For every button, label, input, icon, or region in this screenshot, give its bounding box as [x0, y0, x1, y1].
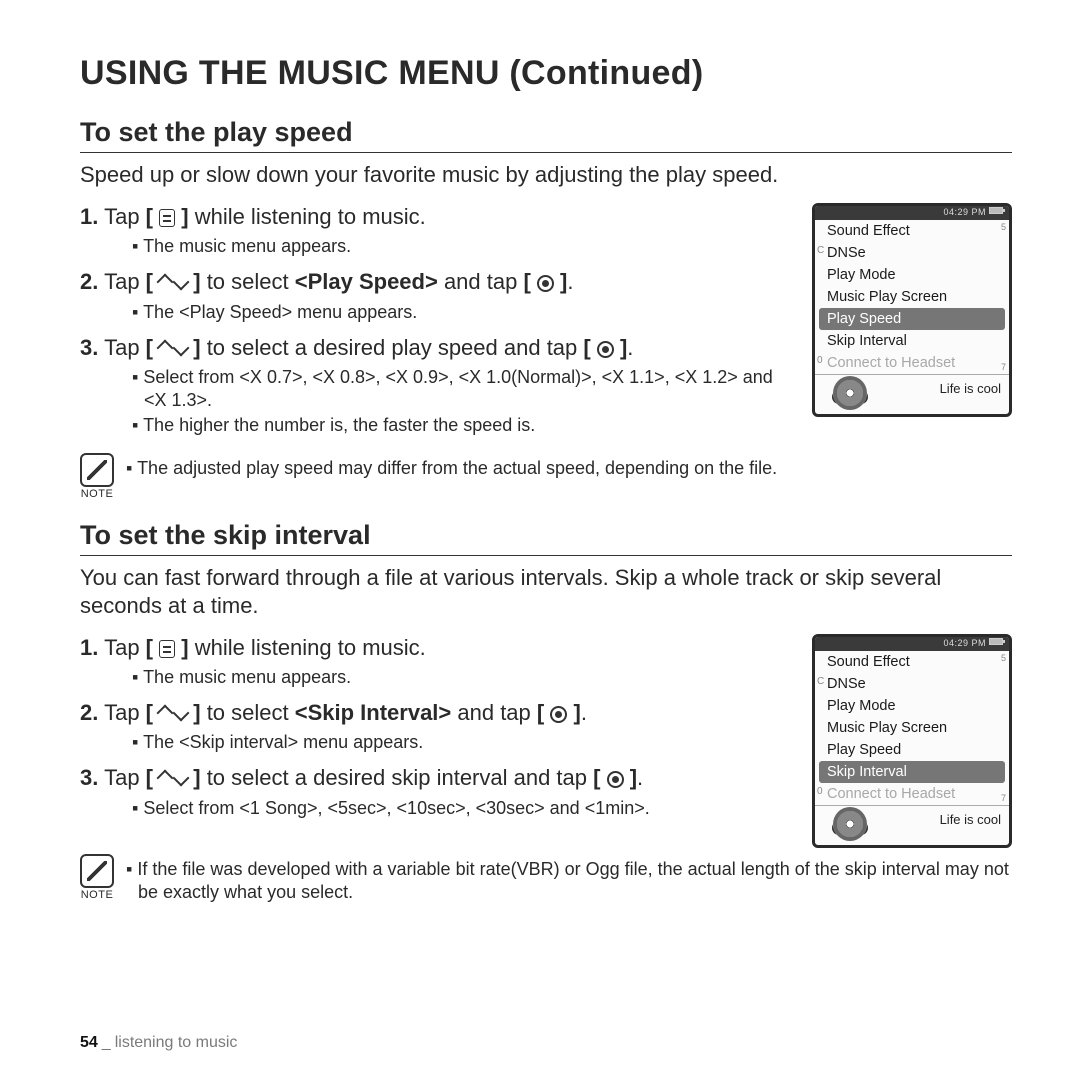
note-icon — [80, 854, 114, 888]
menu-item: Play Speed — [815, 739, 1009, 761]
menu-item: CDNSe — [815, 673, 1009, 695]
step-3: 3. Tap [ ] to select a desired play spee… — [80, 334, 786, 437]
menu-item-disabled: 0Connect to Headset7 — [815, 352, 1009, 374]
menu-icon — [159, 209, 175, 227]
section-heading-skip: To set the skip interval — [80, 520, 1012, 556]
step-1: 1. Tap [ ] while listening to music. The… — [80, 634, 786, 689]
steps-skip: 1. Tap [ ] while listening to music. The… — [80, 634, 786, 820]
chevron-down-icon — [173, 339, 190, 356]
menu-item: CDNSe — [815, 242, 1009, 264]
step1-sub: The music menu appears. — [132, 235, 786, 258]
step-3: 3. Tap [ ] to select a desired skip inte… — [80, 764, 786, 819]
menu-item: Play Mode — [815, 264, 1009, 286]
step3-sub2: The higher the number is, the faster the… — [132, 414, 786, 437]
device-statusbar: 04:29 PM — [815, 637, 1009, 651]
menu-item: Skip Interval — [815, 330, 1009, 352]
select-icon — [597, 341, 614, 358]
note-icon — [80, 453, 114, 487]
note-text: The adjusted play speed may differ from … — [126, 457, 1012, 480]
battery-icon — [989, 638, 1003, 645]
menu-item-disabled: 0Connect to Headset7 — [815, 783, 1009, 805]
menu-icon — [159, 640, 175, 658]
device-mock-playspeed: 04:29 PM 5 Sound Effect CDNSe Play Mode … — [812, 203, 1012, 417]
menu-item: Sound Effect — [815, 220, 1009, 242]
menu-item: Music Play Screen — [815, 286, 1009, 308]
step3-sub1: Select from <X 0.7>, <X 0.8>, <X 0.9>, <… — [132, 366, 786, 412]
note-label: NOTE — [80, 488, 114, 500]
step-1: 1. Tap [ ] while listening to music. The… — [80, 203, 786, 258]
section-heading-playspeed: To set the play speed — [80, 117, 1012, 153]
device-footer: Life is cool — [815, 374, 1009, 414]
intro-playspeed: Speed up or slow down your favorite musi… — [80, 161, 1012, 189]
select-icon — [607, 771, 624, 788]
note-skip: NOTE If the file was developed with a va… — [80, 854, 1012, 906]
step2-sub: The <Skip interval> menu appears. — [132, 731, 786, 754]
note-playspeed: NOTE The adjusted play speed may differ … — [80, 453, 1012, 500]
disc-icon — [833, 807, 867, 841]
menu-item: Play Mode — [815, 695, 1009, 717]
note-text: If the file was developed with a variabl… — [126, 858, 1012, 904]
step1-sub: The music menu appears. — [132, 666, 786, 689]
menu-item: Sound Effect — [815, 651, 1009, 673]
chevron-up-icon — [157, 274, 174, 291]
battery-icon — [989, 207, 1003, 214]
select-icon — [550, 706, 567, 723]
chevron-up-icon — [157, 705, 174, 722]
step-2: 2. Tap [ ] to select <Play Speed> and ta… — [80, 268, 786, 323]
chevron-up-icon — [157, 770, 174, 787]
step2-sub: The <Play Speed> menu appears. — [132, 301, 786, 324]
step3-sub1: Select from <1 Song>, <5sec>, <10sec>, <… — [132, 797, 786, 820]
device-statusbar: 04:29 PM — [815, 206, 1009, 220]
select-icon — [537, 275, 554, 292]
device-menu: 5 Sound Effect CDNSe Play Mode Music Pla… — [815, 651, 1009, 805]
chevron-down-icon — [173, 770, 190, 787]
disc-icon — [833, 376, 867, 410]
page-footer: 54_listening to music — [80, 1034, 237, 1052]
menu-item-selected: Play Speed — [819, 308, 1005, 330]
device-footer: Life is cool — [815, 805, 1009, 845]
device-mock-skip: 04:29 PM 5 Sound Effect CDNSe Play Mode … — [812, 634, 1012, 848]
intro-skip: You can fast forward through a file at v… — [80, 564, 1012, 620]
chevron-down-icon — [173, 274, 190, 291]
note-label: NOTE — [80, 889, 114, 901]
chevron-down-icon — [173, 705, 190, 722]
device-menu: 5 Sound Effect CDNSe Play Mode Music Pla… — [815, 220, 1009, 374]
steps-playspeed: 1. Tap [ ] while listening to music. The… — [80, 203, 786, 437]
step-2: 2. Tap [ ] to select <Skip Interval> and… — [80, 699, 786, 754]
menu-item-selected: Skip Interval — [819, 761, 1005, 783]
page-title: USING THE MUSIC MENU (Continued) — [80, 54, 1012, 93]
menu-item: Music Play Screen — [815, 717, 1009, 739]
